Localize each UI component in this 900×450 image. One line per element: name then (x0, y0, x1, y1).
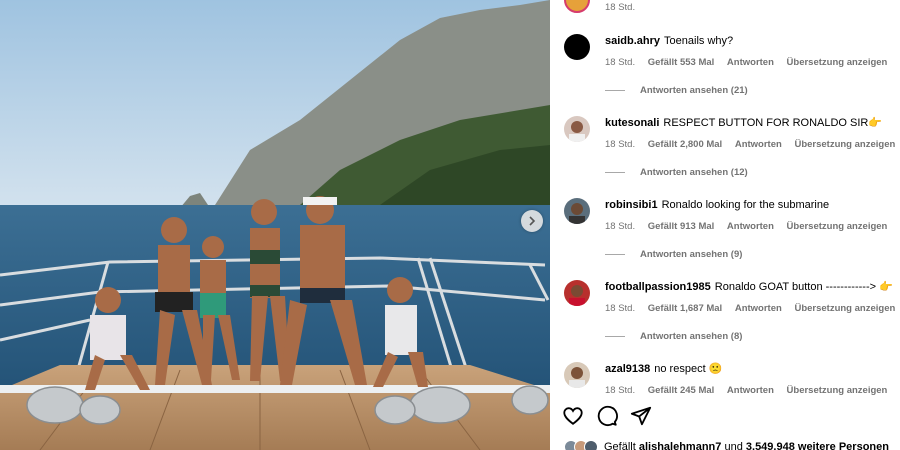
avatar-image (569, 367, 585, 388)
family-yacht-photo (0, 0, 550, 450)
comment-time: 18 Std. (605, 57, 636, 68)
reply-button[interactable]: Antworten (727, 385, 774, 396)
comments-panel: 18 Std. saidb.ahry Toenails why? 18 Std. … (550, 0, 900, 450)
comment-username[interactable]: robinsibi1 (605, 199, 658, 211)
liked-by: Gefällt alishalehmann7 und 3.549.948 wei… (564, 440, 889, 450)
view-replies-button[interactable]: Antworten ansehen (8) (605, 331, 742, 342)
translate-button[interactable]: Übersetzung anzeigen (794, 139, 895, 150)
translate-button[interactable]: Übersetzung anzeigen (787, 221, 888, 232)
comment-username[interactable]: azal9138 (605, 363, 650, 375)
avatar-image (569, 285, 585, 306)
comment-time: 18 Std. (605, 385, 636, 396)
send-icon[interactable] (630, 405, 652, 427)
avatar[interactable] (564, 198, 590, 224)
comment-likes[interactable]: Gefällt 245 Mal (648, 385, 715, 396)
next-photo-button[interactable] (521, 210, 543, 232)
heart-icon[interactable] (562, 405, 584, 427)
liked-by-count[interactable]: 3.549.948 weitere Personen (746, 441, 889, 450)
liked-by-user[interactable]: alishalehmann7 (639, 441, 722, 450)
comment-text: Ronaldo looking for the submarine (661, 199, 830, 211)
comment-username[interactable]: saidb.ahry (605, 35, 660, 47)
comment-username[interactable]: footballpassion1985 (605, 281, 711, 293)
avatar[interactable] (584, 440, 598, 450)
comment-text: no respect 🙁 (654, 363, 723, 375)
comment-time: 18 Std. (605, 221, 636, 232)
translate-button[interactable]: Übersetzung anzeigen (787, 57, 888, 68)
reply-button[interactable]: Antworten (727, 221, 774, 232)
comment-text: Ronaldo GOAT button ------------> 👉 (714, 281, 893, 293)
post-photo[interactable] (0, 0, 550, 450)
avatar[interactable] (564, 0, 590, 13)
comment-time: 18 Std. (605, 139, 636, 150)
comment-likes[interactable]: Gefällt 913 Mal (648, 221, 715, 232)
avatar[interactable] (564, 280, 590, 306)
comment-likes[interactable]: Gefällt 2,800 Mal (648, 139, 722, 150)
comment-icon[interactable] (596, 405, 618, 427)
avatar[interactable] (564, 362, 590, 388)
comment-text: Toenails why? (664, 35, 734, 47)
view-replies-button[interactable]: Antworten ansehen (12) (605, 167, 748, 178)
avatar-image (569, 121, 585, 142)
translate-button[interactable]: Übersetzung anzeigen (787, 385, 888, 396)
avatar-image (569, 203, 585, 224)
reply-button[interactable]: Antworten (735, 139, 782, 150)
comment-likes[interactable]: Gefällt 553 Mal (648, 57, 715, 68)
chevron-right-icon (529, 216, 536, 226)
liked-by-middle: und (724, 441, 743, 450)
reply-button[interactable]: Antworten (735, 303, 782, 314)
liked-by-prefix: Gefällt (604, 441, 636, 450)
comment-text: RESPECT BUTTON FOR RONALDO SIR👉 (663, 117, 883, 129)
comment-time: 18 Std. (605, 2, 636, 13)
comment-username[interactable]: kutesonali (605, 117, 659, 129)
view-replies-button[interactable]: Antworten ansehen (21) (605, 85, 748, 96)
reply-button[interactable]: Antworten (727, 57, 774, 68)
avatar[interactable] (564, 116, 590, 142)
comment-likes[interactable]: Gefällt 1,687 Mal (648, 303, 722, 314)
view-replies-button[interactable]: Antworten ansehen (9) (605, 249, 742, 260)
avatar[interactable] (564, 34, 590, 60)
translate-button[interactable]: Übersetzung anzeigen (794, 303, 895, 314)
post-action-bar (562, 405, 652, 427)
comment-time: 18 Std. (605, 303, 636, 314)
